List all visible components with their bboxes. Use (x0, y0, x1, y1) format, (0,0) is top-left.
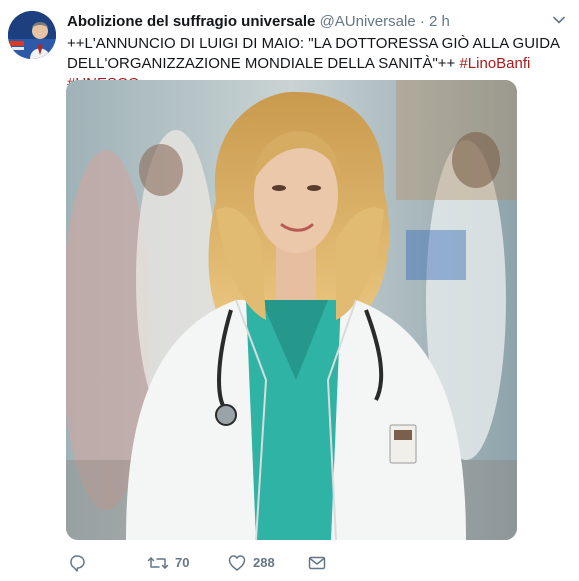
user-handle[interactable]: @AUniversale (320, 13, 416, 30)
envelope-icon (308, 556, 326, 570)
photo-image (66, 80, 517, 540)
reply-button[interactable] (67, 552, 87, 574)
display-name[interactable]: Abolizione del suffragio universale (67, 13, 315, 30)
timestamp[interactable]: 2 h (429, 13, 450, 30)
tweet-actions: 70 288 (67, 552, 387, 574)
heart-icon (228, 555, 246, 571)
tweet-header: Abolizione del suffragio universale @AUn… (67, 12, 450, 32)
like-button[interactable]: 288 (227, 552, 275, 574)
separator-dot: · (419, 13, 425, 30)
tweet-photo[interactable] (66, 80, 517, 540)
reply-icon (70, 555, 85, 572)
hashtag-link[interactable]: #LinoBanfi (459, 55, 530, 72)
like-count: 288 (253, 555, 275, 570)
avatar[interactable] (8, 11, 56, 59)
retweet-count: 70 (175, 555, 190, 570)
retweet-icon (147, 557, 169, 569)
retweet-button[interactable]: 70 (147, 552, 189, 574)
avatar-image (8, 11, 56, 59)
chevron-down-icon[interactable] (551, 12, 567, 28)
direct-message-button[interactable] (307, 552, 327, 574)
